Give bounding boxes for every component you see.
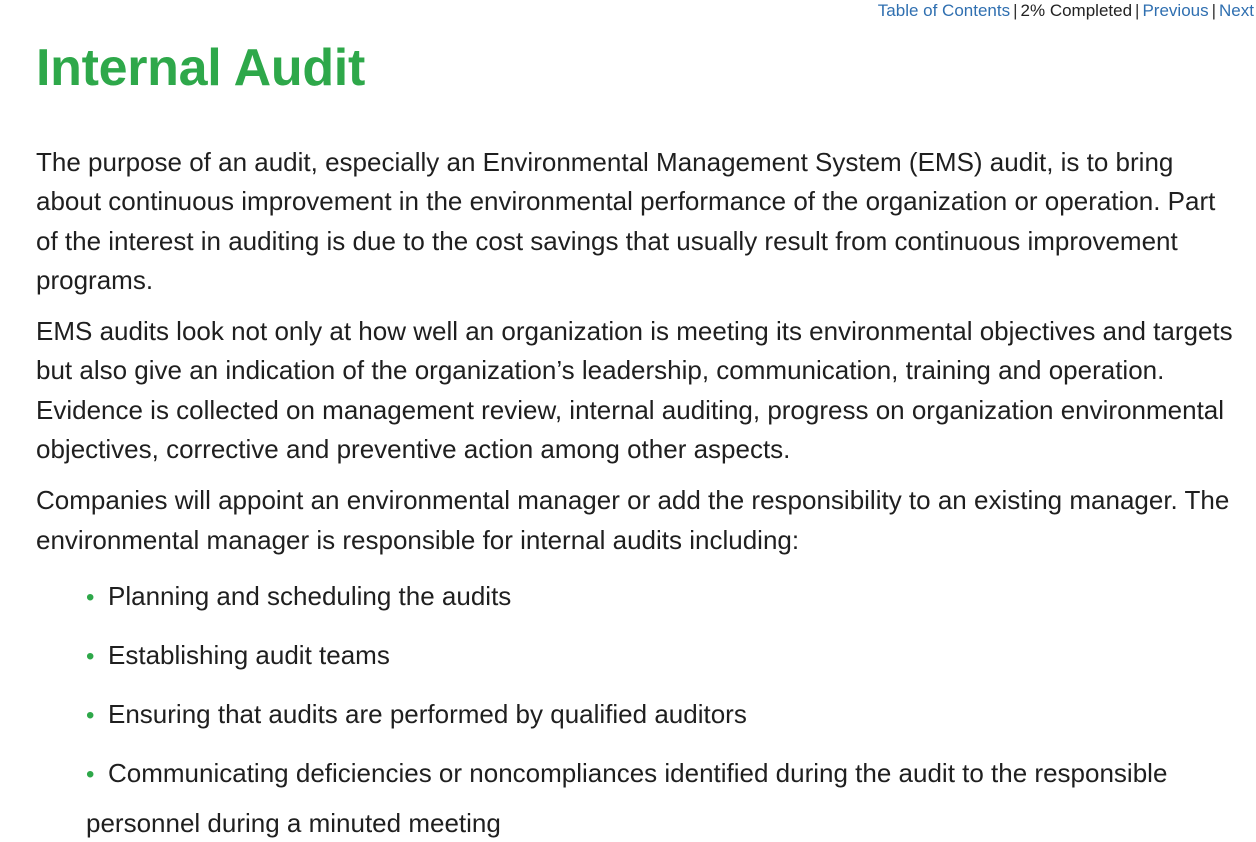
list-item: • Establishing audit teams [86,631,1236,681]
bullet-icon: • [86,642,95,670]
list-item-text: Ensuring that audits are performed by qu… [108,698,747,729]
list-item-text: Establishing audit teams [108,639,390,670]
bullet-icon: • [86,583,95,611]
nav-separator: | [1013,1,1018,20]
main-content: The purpose of an audit, especially an E… [36,143,1236,842]
list-item: • Planning and scheduling the audits [86,572,1236,622]
bullet-icon: • [86,701,95,729]
list-item: • Communicating deficiencies or noncompli… [86,749,1236,842]
bullet-icon: • [86,760,95,788]
table-of-contents-link[interactable]: Table of Contents [878,1,1010,20]
list-item-text: Planning and scheduling the audits [108,580,512,611]
progress-status: 2% Completed [1020,1,1133,20]
previous-link[interactable]: Previous [1142,1,1208,20]
list-item-text: Communicating deficiencies or noncomplia… [86,757,1168,838]
page-title: Internal Audit [36,39,365,97]
paragraph-ems-audits: EMS audits look not only at how well an … [36,316,1233,465]
top-navigation: Table of Contents | 2% Completed | Previous |… [878,0,1254,22]
paragraph-purpose: The purpose of an audit, especially an E… [36,147,1216,295]
nav-separator: | [1211,1,1217,20]
nav-separator: | [1135,1,1140,20]
next-link[interactable]: Next [1219,1,1254,20]
responsibility-list: • Planning and scheduling the audits • Est… [36,572,1236,842]
paragraph-responsibility: Companies will appoint an environmental … [36,485,1230,555]
list-item: • Ensuring that audits are performed by q… [86,690,1236,740]
